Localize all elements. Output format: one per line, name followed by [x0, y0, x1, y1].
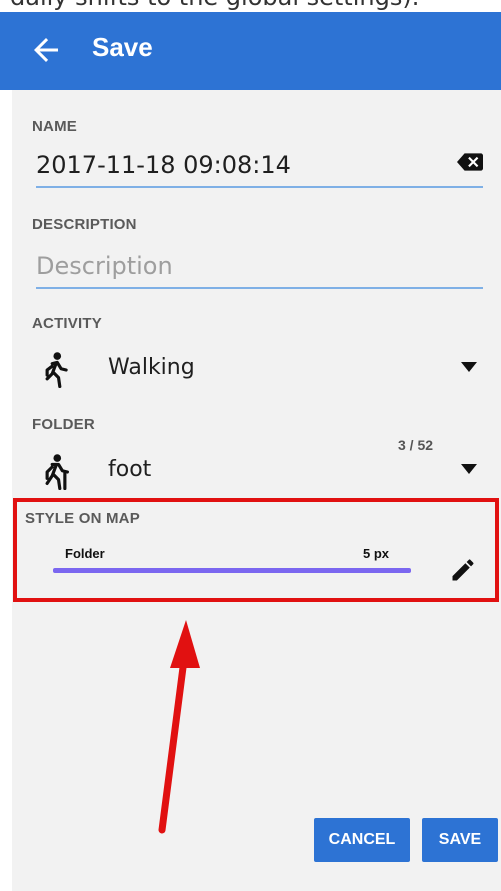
dropdown-arrow-icon[interactable] — [460, 361, 478, 373]
activity-label: ACTIVITY — [32, 315, 102, 332]
clear-text-icon[interactable] — [457, 152, 483, 172]
app-bar: Save — [0, 12, 501, 90]
pencil-icon[interactable] — [449, 556, 477, 584]
description-input[interactable] — [36, 245, 483, 287]
folder-selector[interactable]: foot 3 / 52 — [12, 437, 501, 497]
back-arrow-icon[interactable] — [28, 32, 64, 68]
name-field-container — [36, 144, 483, 188]
cancel-button[interactable]: CANCEL — [314, 818, 410, 862]
style-on-map-label: STYLE ON MAP — [25, 510, 140, 527]
dropdown-arrow-icon[interactable] — [460, 463, 478, 475]
folder-count: 3 / 52 — [398, 437, 434, 453]
folder-label: FOLDER — [32, 416, 95, 433]
name-label: NAME — [32, 118, 77, 135]
save-button[interactable]: SAVE — [422, 818, 498, 862]
hiking-person-icon — [45, 454, 69, 491]
save-form: NAME DESCRIPTION ACTIVITY Walking FOLDER… — [12, 90, 501, 891]
activity-selector[interactable]: Walking — [12, 343, 501, 395]
description-label: DESCRIPTION — [32, 216, 137, 233]
name-input[interactable] — [36, 144, 483, 186]
walking-person-icon — [45, 352, 68, 389]
document-caption: daily shifts to the global settings). — [0, 0, 501, 12]
track-line-preview — [53, 568, 411, 573]
folder-value: foot — [108, 457, 152, 482]
document-caption-text: daily shifts to the global settings). — [10, 0, 419, 11]
activity-value: Walking — [108, 355, 195, 380]
description-field-container — [36, 245, 483, 289]
style-folder-label: Folder — [65, 546, 105, 561]
line-width-label: 5 px — [363, 546, 390, 561]
red-arrow-annotation — [158, 620, 200, 834]
page-title: Save — [92, 32, 153, 62]
style-on-map-section[interactable]: STYLE ON MAP Folder 5 px — [13, 498, 499, 602]
